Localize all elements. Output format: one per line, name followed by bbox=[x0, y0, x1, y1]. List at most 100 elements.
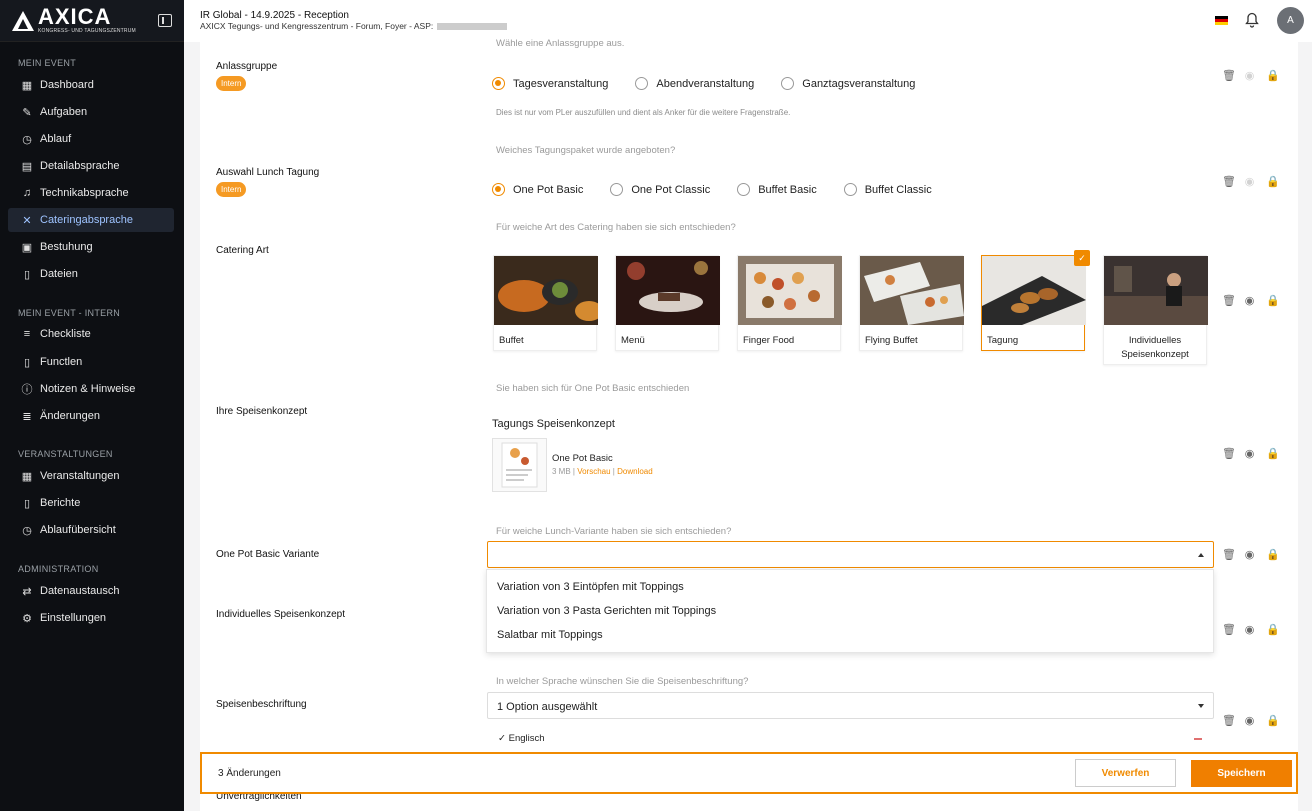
dropdown-option[interactable]: Variation von 3 Pasta Gerichten mit Topp… bbox=[497, 605, 716, 617]
top-header: IR Global - 14.9.2025 - Reception AXICX … bbox=[184, 0, 1312, 42]
edit-icon: ✎ bbox=[22, 106, 32, 119]
variante-select[interactable] bbox=[487, 541, 1214, 568]
avatar[interactable]: A bbox=[1277, 7, 1304, 34]
sidebar-item-datenaustausch[interactable]: ⇄ Datenaustausch bbox=[8, 579, 174, 603]
catering-card-flying-buffet[interactable]: Flying Buffet bbox=[859, 255, 964, 351]
file-icon: ▯ bbox=[23, 268, 31, 281]
catering-card-individuell[interactable]: Individuelles Speisenkonzept bbox=[1103, 255, 1208, 365]
lock-icon[interactable]: 🔒 bbox=[1266, 176, 1280, 188]
dropdown-option[interactable]: Salatbar mit Toppings bbox=[497, 629, 603, 641]
sidebar-item-einstellungen[interactable]: ⚙ Einstellungen bbox=[8, 606, 174, 630]
language-flag-icon[interactable] bbox=[1215, 16, 1228, 25]
lock-icon[interactable]: 🔒 bbox=[1266, 70, 1280, 82]
radio-buffet-classic[interactable] bbox=[843, 183, 857, 196]
beschriftung-select[interactable]: 1 Option ausgewählt bbox=[487, 692, 1214, 719]
radio-label: One Pot Classic bbox=[631, 183, 711, 196]
sidebar-item-label: Bestuhung bbox=[40, 241, 93, 253]
save-button[interactable]: Speichern bbox=[1191, 760, 1292, 787]
radio-one-pot-basic[interactable] bbox=[492, 183, 505, 196]
beschriftung-value: 1 Option ausgewählt bbox=[497, 701, 598, 713]
trash-icon[interactable]: 🗑 bbox=[1222, 624, 1236, 636]
file-meta: 3 MB | Vorschau | Download bbox=[552, 467, 653, 476]
sidebar-collapse-icon[interactable] bbox=[158, 14, 172, 27]
catering-card-menue[interactable]: Menü bbox=[615, 255, 720, 351]
individuell-label: Individuelles Speisenkonzept bbox=[216, 609, 345, 620]
anlass-note: Dies ist nur vom PLer auszufüllen und di… bbox=[496, 108, 791, 117]
trash-icon[interactable]: 🗑 bbox=[1222, 295, 1236, 307]
bell-icon[interactable] bbox=[1245, 12, 1259, 28]
sidebar-item-detailabsprache[interactable]: ▤ Detailabsprache bbox=[8, 154, 174, 178]
catering-card-finger-food[interactable]: Finger Food bbox=[737, 255, 842, 351]
sidebar-item-berichte[interactable]: ▯ Berichte bbox=[8, 491, 174, 515]
radio-ganztagsveranstaltung[interactable] bbox=[781, 77, 795, 90]
sidebar-item-ablaufuebersicht[interactable]: ◷ Ablaufübersicht bbox=[8, 518, 174, 542]
card-label: Finger Food bbox=[743, 335, 795, 346]
sidebar-item-label: Aufgaben bbox=[40, 106, 88, 118]
trash-icon[interactable]: 🗑 bbox=[1222, 70, 1236, 82]
trash-icon[interactable]: 🗑 bbox=[1222, 715, 1236, 727]
lock-icon[interactable]: 🔒 bbox=[1266, 295, 1280, 307]
sidebar-item-aufgaben[interactable]: ✎ Aufgaben bbox=[8, 100, 174, 124]
radio-abendveranstaltung[interactable] bbox=[635, 77, 649, 90]
nav-section-administration: ADMINISTRATION bbox=[18, 564, 99, 574]
catering-card-buffet[interactable]: Buffet bbox=[493, 255, 603, 351]
lock-icon[interactable]: 🔒 bbox=[1266, 715, 1280, 727]
radio-tagesveranstaltung[interactable] bbox=[492, 77, 505, 90]
nav-section-veranstaltungen: VERANSTALTUNGEN bbox=[18, 449, 113, 459]
sidebar-item-dateien[interactable]: ▯ Dateien bbox=[8, 262, 174, 286]
sidebar-item-checkliste[interactable]: ≡ Checkliste bbox=[8, 322, 174, 346]
logo[interactable]: AXICA KONGRESS- UND TAGUNGSZENTRUM bbox=[0, 0, 184, 42]
lunch-radio-group: One Pot Basic One Pot Classic Buffet Bas… bbox=[492, 183, 959, 196]
trash-icon[interactable]: 🗑 bbox=[1222, 448, 1236, 460]
radio-buffet-basic[interactable] bbox=[737, 183, 751, 196]
sidebar-item-functlen[interactable]: ▯ Functlen bbox=[8, 350, 174, 374]
eye-icon[interactable]: ◉ bbox=[1244, 295, 1255, 307]
dropdown-option[interactable]: Variation von 3 Eintöpfen mit Toppings bbox=[497, 581, 684, 593]
lock-icon[interactable]: 🔒 bbox=[1266, 448, 1280, 460]
row-actions: 🗑 ◉ 🔒 bbox=[1222, 70, 1280, 82]
intern-badge: Intern bbox=[216, 182, 247, 197]
document-icon: ▯ bbox=[23, 356, 31, 369]
radio-one-pot-classic[interactable] bbox=[610, 183, 624, 196]
sidebar-item-veranstaltungen[interactable]: ▦ Veranstaltungen bbox=[8, 464, 174, 488]
sidebar-item-dashboard[interactable]: ▦ Dashboard bbox=[8, 73, 174, 97]
sidebar-item-aenderungen[interactable]: ≣ Änderungen bbox=[8, 404, 174, 428]
lock-icon[interactable]: 🔒 bbox=[1266, 549, 1280, 561]
pdf-thumbnail[interactable] bbox=[492, 438, 547, 492]
preview-link[interactable]: Vorschau bbox=[577, 467, 610, 476]
eye-icon[interactable]: ◉ bbox=[1244, 176, 1255, 188]
remove-icon[interactable] bbox=[1194, 738, 1202, 740]
sidebar-item-notizen[interactable]: ⓘ Notizen & Hinweise bbox=[8, 377, 174, 401]
row-actions: 🗑 ◉ 🔒 bbox=[1222, 549, 1280, 561]
catering-card-tagung[interactable]: Tagung ✓ bbox=[981, 250, 1090, 351]
row-actions: 🗑 ◉ 🔒 bbox=[1222, 715, 1280, 727]
flying-buffet-image bbox=[860, 256, 964, 325]
sidebar-item-bestuhung[interactable]: ▣ Bestuhung bbox=[8, 235, 174, 259]
sidebar-item-technikabsprache[interactable]: ♫ Technikabsprache bbox=[8, 181, 174, 205]
discard-button[interactable]: Verwerfen bbox=[1075, 759, 1176, 787]
download-link[interactable]: Download bbox=[617, 467, 653, 476]
beschriftung-question: In welcher Sprache wünschen Sie die Spei… bbox=[496, 676, 749, 687]
sidebar-item-ablauf[interactable]: ◷ Ablauf bbox=[8, 127, 174, 151]
eye-icon[interactable]: ◉ bbox=[1244, 715, 1255, 727]
trash-icon[interactable]: 🗑 bbox=[1222, 176, 1236, 188]
eye-icon[interactable]: ◉ bbox=[1244, 448, 1255, 460]
eye-icon[interactable]: ◉ bbox=[1244, 624, 1255, 636]
radio-label: Buffet Classic bbox=[864, 183, 932, 196]
konzept-label: Ihre Speisenkonzept bbox=[216, 406, 308, 417]
event-title: IR Global - 14.9.2025 - Reception bbox=[200, 10, 349, 21]
sidebar-item-label: Berichte bbox=[40, 497, 81, 509]
catering-label: Catering Art bbox=[216, 245, 269, 256]
sidebar-item-cateringabsprache[interactable]: ✕ Cateringabsprache bbox=[8, 208, 174, 232]
list-icon: ≣ bbox=[22, 410, 32, 423]
file-size: 3 MB bbox=[552, 467, 571, 476]
trash-icon[interactable]: 🗑 bbox=[1222, 549, 1236, 561]
eye-icon[interactable]: ◉ bbox=[1244, 70, 1255, 82]
eye-icon[interactable]: ◉ bbox=[1244, 549, 1255, 561]
info-icon: ⓘ bbox=[21, 384, 33, 396]
lock-icon[interactable]: 🔒 bbox=[1266, 624, 1280, 636]
card-label: Flying Buffet bbox=[865, 335, 918, 346]
report-icon: ▯ bbox=[23, 497, 31, 510]
card-label: Individuelles Speisenkonzept bbox=[1121, 335, 1189, 360]
anlass-question: Wähle eine Anlassgruppe aus. bbox=[496, 38, 625, 49]
